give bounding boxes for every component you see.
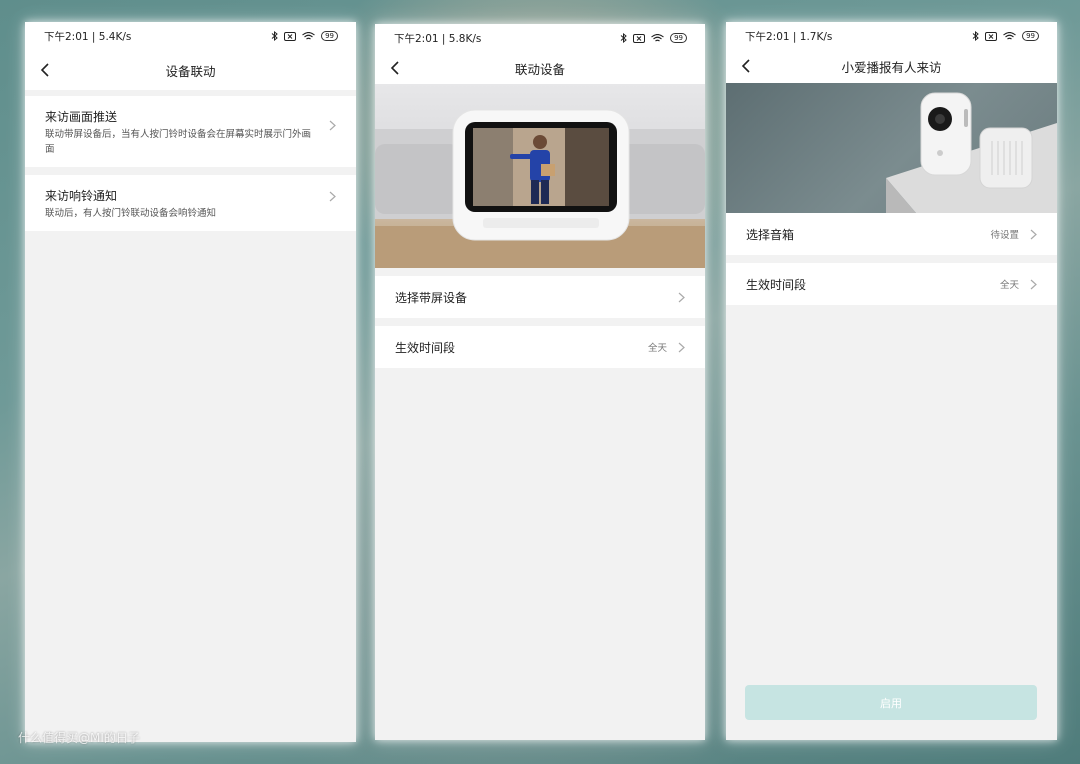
page-title: 设备联动 xyxy=(165,63,216,79)
select-display-device-row[interactable]: 选择带屏设备 xyxy=(375,276,705,318)
battery-icon: 99 xyxy=(1022,31,1039,41)
sim-icon xyxy=(284,31,297,41)
chevron-right-icon xyxy=(678,342,685,353)
effective-time-row[interactable]: 生效时间段 全天 xyxy=(726,263,1057,305)
phone-screen-device-linkage: 下午2:01 | 5.4K/s 99 设备联动 来访画面推送 联动带屏设备后，当… xyxy=(25,22,356,742)
effective-time-row[interactable]: 生效时间段 全天 xyxy=(375,326,705,368)
battery-icon: 99 xyxy=(321,31,338,41)
row-value: 全天 xyxy=(647,343,667,354)
back-arrow-icon[interactable] xyxy=(740,58,754,74)
select-speaker-row[interactable]: 选择音箱 待设置 xyxy=(726,213,1057,255)
list-item-visitor-ring[interactable]: 来访响铃通知 联动后，有人按门铃联动设备会响铃通知 xyxy=(25,175,356,231)
nav-bar: 联动设备 xyxy=(375,52,705,84)
phone-screen-xiaoai-announce: 下午2:01 | 1.7K/s 99 小爱播报有人来访 选择音箱 待设置 生效时… xyxy=(726,22,1057,740)
chevron-right-icon xyxy=(329,120,336,131)
row-value: 全天 xyxy=(999,280,1019,291)
back-arrow-icon[interactable] xyxy=(39,62,53,78)
doorbell-banner-image xyxy=(726,83,1057,213)
sim-icon xyxy=(985,31,998,41)
status-time: 下午2:01 | 1.7K/s xyxy=(745,30,833,43)
nav-bar: 设备联动 xyxy=(25,50,356,90)
smart-display-illustration xyxy=(375,109,705,268)
status-icons: 99 xyxy=(620,33,687,43)
wifi-icon xyxy=(302,31,315,39)
doorbell-illustration xyxy=(886,92,1057,213)
status-time: 下午2:01 | 5.4K/s xyxy=(44,30,132,43)
nav-bar: 小爱播报有人来访 xyxy=(726,50,1057,83)
status-bar: 下午2:01 | 5.8K/s 99 xyxy=(375,24,705,52)
smart-display-banner-image xyxy=(375,84,705,268)
enable-button[interactable]: 启用 xyxy=(745,685,1037,720)
bluetooth-icon xyxy=(972,31,979,41)
row-label: 选择带屏设备 xyxy=(395,290,468,305)
sim-icon xyxy=(633,33,646,43)
watermark-text: 什么值得买@MI的日子 xyxy=(18,731,140,745)
wifi-icon xyxy=(651,33,664,41)
row-label: 生效时间段 xyxy=(746,277,807,292)
item-desc: 联动带屏设备后，当有人按门铃时设备会在屏幕实时展示门外画面 xyxy=(45,129,312,155)
page-title: 小爱播报有人来访 xyxy=(841,60,942,75)
page-title: 联动设备 xyxy=(514,61,565,77)
row-label: 生效时间段 xyxy=(395,340,456,355)
status-icons: 99 xyxy=(972,31,1039,41)
phone-screen-linked-devices: 下午2:01 | 5.8K/s 99 联动设备 选择带屏设备 生效时间段 全天 xyxy=(375,24,705,740)
bluetooth-icon xyxy=(271,31,278,41)
status-time: 下午2:01 | 5.8K/s xyxy=(394,32,482,45)
item-title: 来访画面推送 xyxy=(45,110,118,124)
item-title: 来访响铃通知 xyxy=(45,189,118,203)
row-label: 选择音箱 xyxy=(746,227,795,242)
chevron-right-icon xyxy=(1030,229,1037,240)
row-value: 待设置 xyxy=(990,230,1019,241)
chevron-right-icon xyxy=(678,292,685,303)
chevron-right-icon xyxy=(1030,279,1037,290)
wifi-icon xyxy=(1003,31,1016,39)
status-bar: 下午2:01 | 1.7K/s 99 xyxy=(726,22,1057,50)
bluetooth-icon xyxy=(620,33,627,43)
item-desc: 联动后，有人按门铃联动设备会响铃通知 xyxy=(45,208,217,219)
status-bar: 下午2:01 | 5.4K/s 99 xyxy=(25,22,356,50)
list-item-visitor-push[interactable]: 来访画面推送 联动带屏设备后，当有人按门铃时设备会在屏幕实时展示门外画面 xyxy=(25,96,356,167)
status-icons: 99 xyxy=(271,31,338,41)
chevron-right-icon xyxy=(329,191,336,202)
battery-icon: 99 xyxy=(670,33,687,43)
back-arrow-icon[interactable] xyxy=(389,60,403,76)
